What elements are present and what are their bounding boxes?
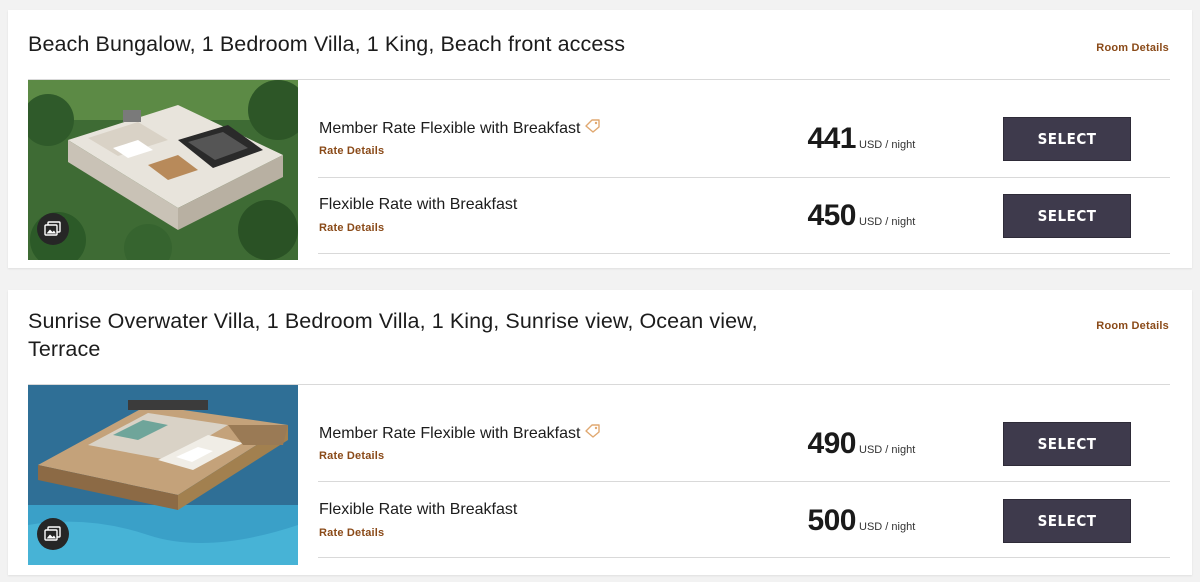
price-amount: 490: [807, 427, 856, 460]
room-title: Beach Bungalow, 1 Bedroom Villa, 1 King,…: [28, 32, 626, 56]
divider: [318, 557, 1170, 558]
price-amount: 441: [807, 122, 856, 155]
rate-price: 490 USD / night: [796, 427, 926, 461]
rate-name-text: Member Rate Flexible with Breakfast: [319, 424, 581, 442]
rate-name: Flexible Rate with Breakfast: [319, 196, 517, 214]
rate-details-link[interactable]: Rate Details: [319, 145, 384, 157]
rate-row: Flexible Rate with Breakfast Rate Detail…: [318, 178, 1170, 254]
rate-row: Member Rate Flexible with Breakfast Rate…: [318, 102, 1170, 178]
price-unit: USD / night: [859, 444, 916, 456]
rate-price: 450 USD / night: [796, 199, 926, 233]
rate-name-text: Flexible Rate with Breakfast: [319, 501, 518, 518]
beach-bungalow-floorplan-image: [28, 80, 298, 260]
select-button[interactable]: SELECT: [1003, 194, 1131, 238]
gallery-button[interactable]: [37, 213, 69, 245]
rate-row: Member Rate Flexible with Breakfast Rate…: [318, 406, 1170, 482]
rate-name: Member Rate Flexible with Breakfast: [319, 424, 601, 443]
room-card-beach-bungalow: Beach Bungalow, 1 Bedroom Villa, 1 King,…: [8, 10, 1192, 268]
price-amount: 500: [807, 504, 856, 537]
select-button[interactable]: SELECT: [1003, 117, 1131, 161]
rate-details-link[interactable]: Rate Details: [319, 450, 384, 462]
room-photo[interactable]: [28, 385, 298, 565]
room-photo[interactable]: [28, 80, 298, 260]
rate-details-link[interactable]: Rate Details: [319, 527, 384, 539]
room-details-link[interactable]: Room Details: [1096, 320, 1169, 332]
gallery-icon: [44, 221, 61, 236]
room-card-sunrise-overwater-villa: Sunrise Overwater Villa, 1 Bedroom Villa…: [8, 290, 1192, 575]
rate-details-link[interactable]: Rate Details: [319, 222, 384, 234]
price-amount: 450: [807, 199, 856, 232]
divider: [318, 253, 1170, 254]
rate-price: 500 USD / night: [796, 504, 926, 538]
select-button[interactable]: SELECT: [1003, 499, 1131, 543]
price-unit: USD / night: [859, 521, 916, 533]
price-unit: USD / night: [859, 216, 916, 228]
room-details-link[interactable]: Room Details: [1096, 42, 1169, 54]
room-title: Sunrise Overwater Villa, 1 Bedroom Villa…: [28, 309, 758, 361]
rate-name: Member Rate Flexible with Breakfast: [319, 119, 601, 138]
gallery-button[interactable]: [37, 518, 69, 550]
rate-name: Flexible Rate with Breakfast: [319, 501, 517, 519]
member-tag-icon: [585, 119, 601, 138]
rate-name-text: Member Rate Flexible with Breakfast: [319, 119, 581, 137]
price-unit: USD / night: [859, 139, 916, 151]
rate-row: Flexible Rate with Breakfast Rate Detail…: [318, 482, 1170, 558]
overwater-villa-floorplan-image: [28, 385, 298, 565]
member-tag-icon: [585, 424, 601, 443]
rate-name-text: Flexible Rate with Breakfast: [319, 196, 518, 213]
gallery-icon: [44, 526, 61, 541]
select-button[interactable]: SELECT: [1003, 422, 1131, 466]
rate-price: 441 USD / night: [796, 122, 926, 156]
